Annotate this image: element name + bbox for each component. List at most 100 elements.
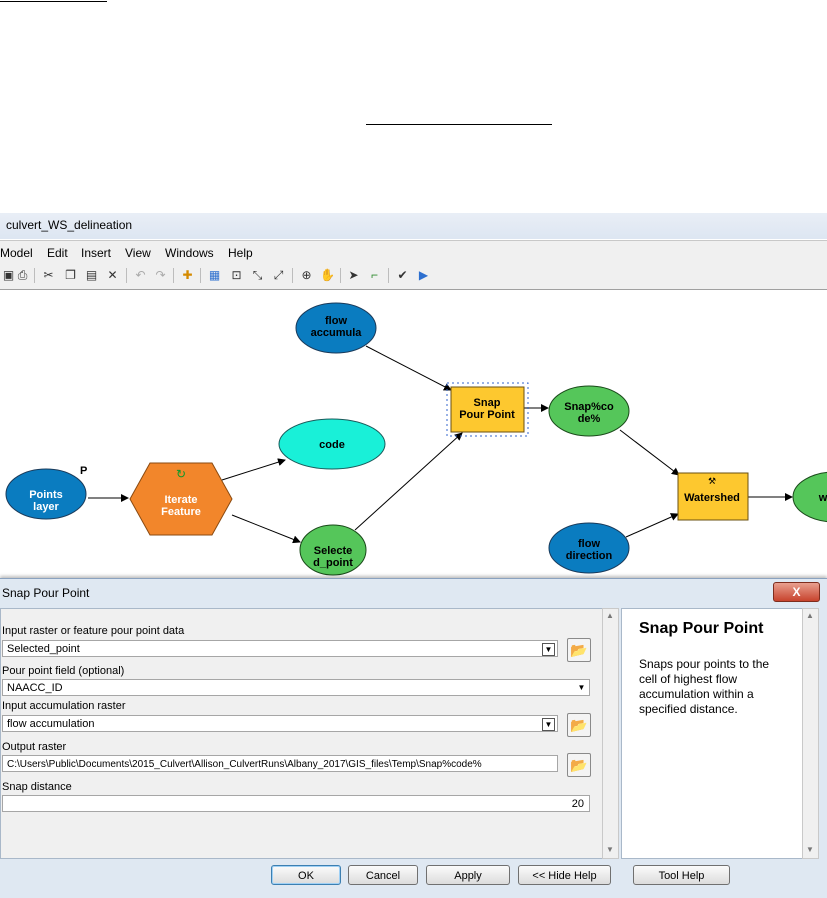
chevron-down-icon[interactable]: ▼ [542, 718, 555, 731]
output-raster-label: Output raster [2, 741, 67, 753]
scroll-up-icon[interactable]: ▲ [606, 611, 614, 620]
node-label-line-2: layer [33, 501, 59, 513]
input-pour-point-label: Input raster or feature pour point data [2, 625, 185, 637]
help-title: Snap Pour Point [639, 620, 764, 637]
parameters-panel: Input raster or feature pour point data … [0, 608, 604, 859]
scroll-down-icon[interactable]: ▼ [606, 845, 614, 854]
pour-point-field-select[interactable]: NAACC_ID ▼ [2, 679, 590, 696]
add-connection-icon[interactable]: ⌐ [366, 267, 383, 284]
output-raster-value: C:\Users\Public\Documents\2015_Culvert\A… [7, 759, 482, 770]
full-extent-icon[interactable]: ⊡ [228, 267, 245, 284]
input-pour-point-field[interactable]: Selected_point ▼ [2, 640, 558, 657]
chevron-down-icon[interactable]: ▼ [576, 682, 587, 693]
pan-hand-icon[interactable]: ✋ [319, 267, 336, 284]
toolbar-separator [200, 268, 201, 283]
connector-iterate-code [221, 458, 286, 481]
tool-help-button[interactable]: Tool Help [633, 865, 730, 885]
toolbar-separator [292, 268, 293, 283]
add-data-icon[interactable]: ✚ [179, 267, 196, 284]
dialog-title: Snap Pour Point [2, 586, 90, 600]
node-points-layer-label: Points layer [29, 489, 63, 513]
snap-distance-field[interactable]: 20 [2, 795, 590, 812]
toolbar-separator [126, 268, 127, 283]
snap-distance-label: Snap distance [2, 781, 72, 793]
redo-icon[interactable]: ↷ [152, 267, 169, 284]
menu-bar: Model Edit Insert View Windows Help [0, 240, 827, 264]
connector-snapout-watershed [619, 429, 680, 476]
node-label-line-2: direction [566, 550, 613, 562]
fixed-zoom-out-icon[interactable]: ⤢ [270, 267, 287, 284]
accumulation-raster-value: flow accumulation [7, 718, 95, 730]
menu-view[interactable]: View [125, 246, 151, 260]
hammer-icon: ⚒ [708, 476, 716, 486]
parameters-scrollbar[interactable]: ▲ ▼ [602, 608, 619, 859]
connector-flowacc-snap [365, 345, 452, 391]
cancel-button[interactable]: Cancel [348, 865, 418, 885]
zoom-in-icon[interactable]: ⊕ [298, 267, 315, 284]
pour-point-field-label: Pour point field (optional) [2, 665, 125, 677]
snap-pour-point-dialog: Snap Pour Point X Input raster or featur… [0, 578, 827, 898]
fixed-zoom-in-icon[interactable]: ⤡ [249, 267, 266, 284]
output-raster-field[interactable]: C:\Users\Public\Documents\2015_Culvert\A… [2, 755, 558, 772]
connector-flowdir-watershed [625, 513, 679, 538]
menu-model[interactable]: Model [0, 246, 33, 260]
menu-insert[interactable]: Insert [81, 246, 111, 260]
scroll-down-icon[interactable]: ▼ [806, 845, 814, 854]
node-watershed-label: Watershed [684, 492, 740, 504]
accumulation-raster-field[interactable]: flow accumulation ▼ [2, 715, 558, 732]
snap-distance-value: 20 [571, 798, 584, 810]
node-label-line-2: Feature [161, 506, 201, 518]
toolbar-separator [34, 268, 35, 283]
parameter-marker: P [80, 465, 87, 477]
apply-button[interactable]: Apply [426, 865, 510, 885]
auto-layout-icon[interactable]: ▦ [206, 267, 223, 284]
model-toolbar: ▣ ⎙ ✂ ❐ ▤ ✕ ↶ ↷ ✚ ▦ ⊡ ⤡ ⤢ ⊕ ✋ ➤ ⌐ ✔ ▶ [0, 263, 827, 290]
document-underline-middle [366, 124, 552, 125]
hide-help-button[interactable]: << Hide Help [518, 865, 611, 885]
undo-icon[interactable]: ↶ [132, 267, 149, 284]
node-selected-point-label: Selecte d_point [313, 545, 353, 569]
iterate-icon: ↻ [176, 467, 186, 481]
folder-icon: 📂 [570, 642, 588, 658]
chevron-down-icon[interactable]: ▼ [542, 643, 555, 656]
print-icon[interactable]: ⎙ [14, 267, 31, 284]
browse-accumulation-button[interactable]: 📂 [567, 713, 591, 737]
node-label-line-2: d_point [313, 557, 353, 569]
model-window-titlebar: culvert_WS_delineation [0, 213, 827, 239]
help-description: Snaps pour points to the cell of highest… [639, 657, 770, 716]
menu-help[interactable]: Help [228, 246, 253, 260]
node-iterate-feature-label: Iterate Feature [161, 494, 201, 518]
paste-icon[interactable]: ▤ [83, 267, 100, 284]
menu-edit[interactable]: Edit [47, 246, 68, 260]
node-code-label: code [319, 439, 345, 451]
scroll-up-icon[interactable]: ▲ [806, 611, 814, 620]
node-label-line-2: de% [578, 413, 601, 425]
delete-icon[interactable]: ✕ [104, 267, 121, 284]
help-scrollbar[interactable]: ▲ ▼ [802, 608, 819, 859]
menu-windows[interactable]: Windows [165, 246, 214, 260]
toolbar-separator [340, 268, 341, 283]
model-diagram: flow accumula Points layer P ↻ Iterate Feat… [5, 302, 827, 576]
validate-check-icon[interactable]: ✔ [394, 267, 411, 284]
close-button[interactable]: X [773, 582, 820, 602]
node-watershed-output-label: w [818, 492, 827, 504]
help-panel: Snap Pour Point Snaps pour points to the… [621, 608, 804, 859]
copy-icon[interactable]: ❐ [62, 267, 79, 284]
node-label-line-2: Pour Point [459, 409, 515, 421]
ok-button[interactable]: OK [271, 865, 341, 885]
cut-icon[interactable]: ✂ [40, 267, 57, 284]
connector-iterate-selected [231, 514, 301, 544]
toolbar-separator [173, 268, 174, 283]
browse-output-button[interactable]: 📂 [567, 753, 591, 777]
model-window-title: culvert_WS_delineation [6, 218, 133, 232]
folder-icon: 📂 [570, 757, 588, 773]
node-label-line-2: accumula [311, 327, 363, 339]
toolbar-separator [388, 268, 389, 283]
select-pointer-icon[interactable]: ➤ [345, 267, 362, 284]
browse-input-button[interactable]: 📂 [567, 638, 591, 662]
model-canvas[interactable]: flow accumula Points layer P ↻ Iterate Feat… [0, 290, 827, 580]
pour-point-field-value: NAACC_ID [7, 682, 63, 694]
folder-icon: 📂 [570, 717, 588, 733]
run-icon[interactable]: ▶ [415, 267, 432, 284]
input-pour-point-value: Selected_point [7, 643, 80, 655]
